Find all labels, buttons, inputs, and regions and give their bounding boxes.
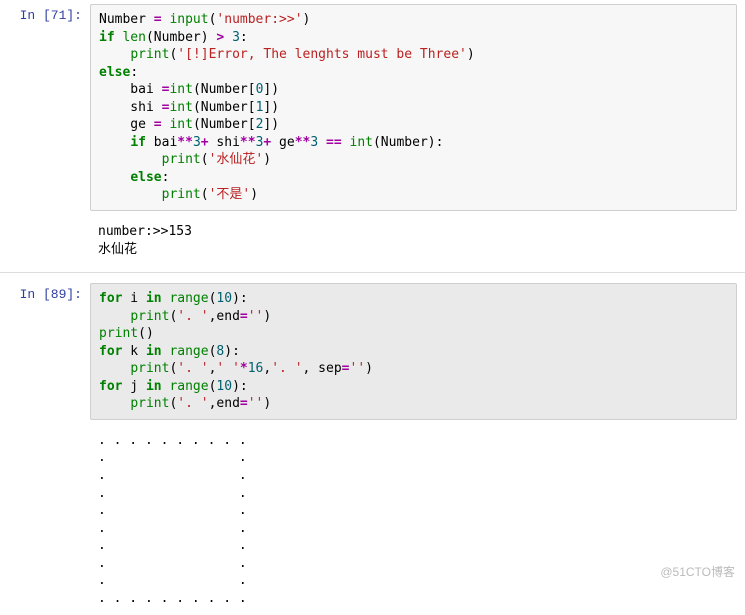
code-line: shi =int(Number[1]) [99,99,728,117]
cell-output: number:>>153 水仙花 [90,219,737,262]
code-line: if len(Number) > 3: [99,29,728,47]
code-line: ge = int(Number[2]) [99,116,728,134]
code-line: print('水仙花') [99,151,728,169]
code-line: else: [99,169,728,187]
output-prompt-spacer [0,219,90,262]
code-line: for j in range(10): [99,378,728,396]
code-line: Number = input('number:>>') [99,11,728,29]
prompt-label: In [71]: [20,8,82,23]
input-prompt: In [71]: [0,4,90,211]
code-cell: In [71]: Number = input('number:>>')if l… [0,0,745,215]
code-line: for i in range(10): [99,290,728,308]
code-line: if bai**3+ shi**3+ ge**3 == int(Number): [99,134,728,152]
code-line: print('. ',end='') [99,308,728,326]
output-cell: . . . . . . . . . . . . . . . . . . . . … [0,424,745,615]
code-input-area[interactable]: Number = input('number:>>')if len(Number… [90,4,737,211]
code-line: for k in range(8): [99,343,728,361]
code-line: else: [99,64,728,82]
output-cell: number:>>153 水仙花 [0,215,745,266]
input-prompt: In [89]: [0,283,90,420]
code-line: print('[!]Error, The lenghts must be Thr… [99,46,728,64]
code-line: bai =int(Number[0]) [99,81,728,99]
output-prompt-spacer [0,428,90,611]
code-line: print() [99,325,728,343]
cell-divider [0,272,745,273]
code-cell: In [89]: for i in range(10): print('. ',… [0,279,745,424]
code-line: print('不是') [99,186,728,204]
prompt-label: In [89]: [20,287,82,302]
code-line: print('. ',end='') [99,395,728,413]
code-line: print('. ',' '*16,'. ', sep='') [99,360,728,378]
code-input-area[interactable]: for i in range(10): print('. ',end='')pr… [90,283,737,420]
cell-output: . . . . . . . . . . . . . . . . . . . . … [90,428,737,611]
watermark-text: @51CTO博客 [660,563,735,580]
